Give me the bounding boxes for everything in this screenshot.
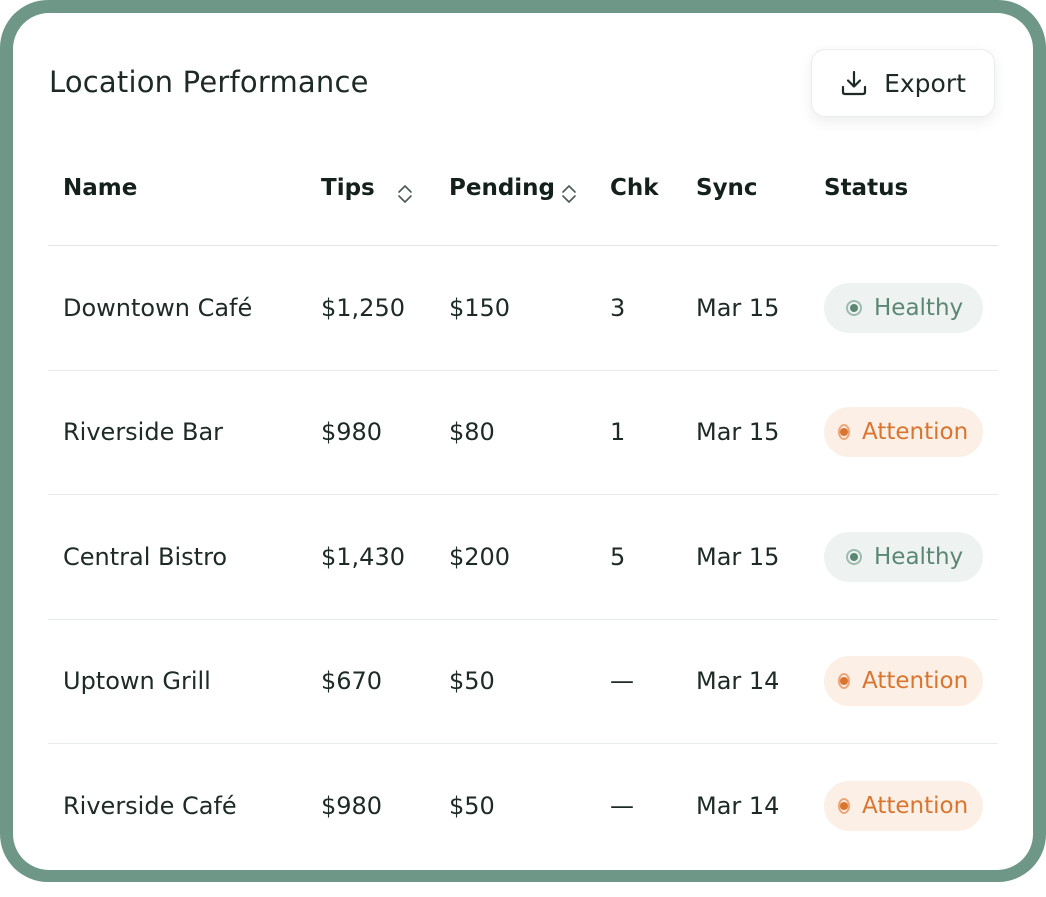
sync-value: Mar 14 xyxy=(696,667,780,696)
tips-value: $670 xyxy=(321,667,383,696)
column-header-status: Status xyxy=(824,174,909,201)
tips-value: $980 xyxy=(321,418,383,447)
tips-value: $1,430 xyxy=(321,542,405,571)
status-cell: Healthy xyxy=(824,495,983,619)
sort-pending-icon[interactable] xyxy=(561,184,577,208)
chk-value: — xyxy=(610,667,634,696)
export-button[interactable]: Export xyxy=(811,49,995,117)
chk-value: 3 xyxy=(610,293,626,322)
status-badge-label: Attention xyxy=(862,668,969,695)
location-name: Central Bistro xyxy=(63,542,228,571)
status-badge: Healthy xyxy=(824,282,983,333)
tips-value: $980 xyxy=(321,791,383,820)
status-dot-icon xyxy=(838,424,850,441)
status-badge-label: Attention xyxy=(862,419,969,446)
status-badge-label: Healthy xyxy=(874,294,964,321)
sync-value: Mar 15 xyxy=(696,418,780,447)
chk-value: 5 xyxy=(610,542,626,571)
location-table: Name Tips Pending Chk Sync Status Downto… xyxy=(48,132,998,868)
pending-value: $50 xyxy=(449,791,495,820)
table-row[interactable]: Central Bistro $1,430 $200 5 Mar 15 Heal… xyxy=(48,495,998,620)
status-dot-icon xyxy=(838,673,850,690)
status-badge: Healthy xyxy=(824,531,983,582)
status-cell: Attention xyxy=(824,371,983,495)
location-name: Uptown Grill xyxy=(63,667,211,696)
status-badge-label: Healthy xyxy=(874,543,964,570)
status-badge: Attention xyxy=(824,780,983,831)
status-cell: Attention xyxy=(824,744,983,868)
status-badge: Attention xyxy=(824,656,983,707)
sync-value: Mar 14 xyxy=(696,791,780,820)
column-header-name: Name xyxy=(63,174,138,201)
table-header-row: Name Tips Pending Chk Sync Status xyxy=(48,132,998,246)
table-row[interactable]: Downtown Café $1,250 $150 3 Mar 15 Healt… xyxy=(48,246,998,371)
table-row[interactable]: Riverside Bar $980 $80 1 Mar 15 Attentio… xyxy=(48,371,998,495)
column-header-pending[interactable]: Pending xyxy=(449,132,555,245)
chk-value: 1 xyxy=(610,418,626,447)
status-cell: Attention xyxy=(824,620,983,744)
location-name: Riverside Café xyxy=(63,791,237,820)
location-name: Downtown Café xyxy=(63,293,253,322)
pending-value: $200 xyxy=(449,542,511,571)
column-header-tips[interactable]: Tips xyxy=(321,132,375,245)
status-dot-icon xyxy=(838,797,850,814)
status-dot-icon xyxy=(846,299,862,316)
pending-value: $50 xyxy=(449,667,495,696)
status-badge: Attention xyxy=(824,407,983,458)
sync-value: Mar 15 xyxy=(696,542,780,571)
location-performance-card: Location Performance Export Name Tips Pe… xyxy=(13,13,1033,870)
pending-value: $150 xyxy=(449,293,511,322)
sort-tips-icon[interactable] xyxy=(397,184,413,208)
tips-value: $1,250 xyxy=(321,293,405,322)
column-header-chk: Chk xyxy=(610,174,659,201)
status-dot-icon xyxy=(846,548,862,565)
download-icon xyxy=(840,69,868,97)
chk-value: — xyxy=(610,791,634,820)
card-title: Location Performance xyxy=(49,65,369,99)
export-button-label: Export xyxy=(884,68,966,98)
table-row[interactable]: Uptown Grill $670 $50 — Mar 14 Attention xyxy=(48,620,998,744)
status-badge-label: Attention xyxy=(862,792,969,819)
table-row[interactable]: Riverside Café $980 $50 — Mar 14 Attenti… xyxy=(48,744,998,868)
sync-value: Mar 15 xyxy=(696,293,780,322)
pending-value: $80 xyxy=(449,418,495,447)
status-cell: Healthy xyxy=(824,246,983,370)
location-name: Riverside Bar xyxy=(63,418,224,447)
column-header-sync: Sync xyxy=(696,174,758,201)
